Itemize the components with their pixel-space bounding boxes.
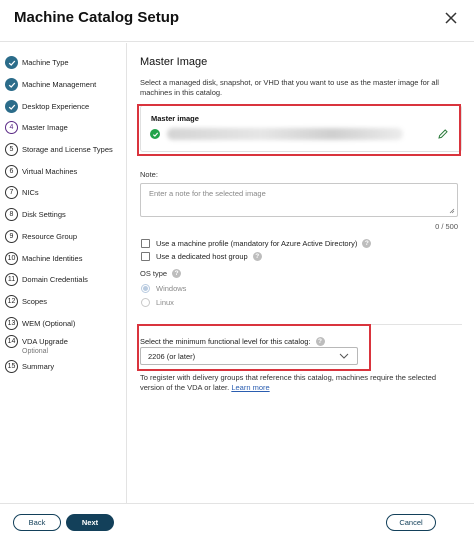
note-label: Note: [140,170,158,179]
step-label: Master Image [22,123,68,132]
os-type-label-row: OS type ? [140,269,182,278]
step-label: Desktop Experience [22,102,90,111]
os-radio-linux[interactable]: Linux [141,298,174,307]
step-master-image[interactable]: 4 Master Image [5,121,68,134]
step-label: Virtual Machines [22,167,78,176]
step-label-text: VDA Upgrade [22,337,68,346]
note-textarea[interactable]: Enter a note for the selected image [140,183,458,217]
check-icon [5,100,18,113]
help-icon[interactable]: ? [252,252,262,261]
step-storage-license[interactable]: 5 Storage and License Types [5,143,113,156]
highlight-box-master-image [137,104,461,156]
help-icon[interactable]: ? [362,239,372,248]
step-label: Machine Type [22,58,69,67]
cancel-button[interactable]: Cancel [386,514,436,531]
step-number: 13 [5,317,18,330]
step-label: WEM (Optional) [22,319,76,328]
note-char-count: 0 / 500 [435,222,458,231]
page-description: Select a managed disk, snapshot, or VHD … [140,78,439,97]
step-number: 6 [5,165,18,178]
os-type-label: OS type [140,269,168,278]
step-number: 8 [5,208,18,221]
step-number: 4 [5,121,18,134]
step-machine-type[interactable]: Machine Type [5,56,69,69]
step-number: 9 [5,230,18,243]
radio-selected[interactable] [141,284,150,293]
step-number: 5 [5,143,18,156]
step-label: Machine Management [22,80,97,89]
os-option-linux: Linux [156,298,174,307]
machine-profile-checkbox[interactable] [141,239,150,248]
os-radio-windows[interactable]: Windows [141,284,186,293]
step-number: 11 [5,273,18,286]
step-nics[interactable]: 7 NICs [5,186,39,199]
check-icon [5,78,18,91]
step-resource-group[interactable]: 9 Resource Group [5,230,78,243]
dialog-footer: Back Next Cancel [0,503,474,536]
step-scopes[interactable]: 12 Scopes [5,295,48,308]
step-label: NICs [22,188,39,197]
dedicated-host-label: Use a dedicated host group [156,252,248,261]
step-virtual-machines[interactable]: 6 Virtual Machines [5,165,78,178]
radio-unselected[interactable] [141,298,150,307]
step-vda-upgrade[interactable]: 14 VDA Upgrade Optional [5,335,68,356]
dialog-title: Machine Catalog Setup [14,9,180,26]
step-number: 10 [5,252,18,265]
step-desktop-experience[interactable]: Desktop Experience [5,100,90,113]
page-title: Master Image [140,56,208,68]
step-label: Summary [22,362,55,371]
dialog-header: Machine Catalog Setup [0,0,474,42]
step-label: Disk Settings [22,210,66,219]
help-icon[interactable]: ? [172,269,182,278]
back-button[interactable]: Back [13,514,61,531]
dedicated-host-checkbox-row[interactable]: Use a dedicated host group ? [141,252,262,261]
next-button[interactable]: Next [66,514,114,531]
step-label: Domain Credentials [22,275,88,284]
step-label: Resource Group [22,232,78,241]
step-machine-identities[interactable]: 10 Machine Identities [5,252,83,265]
step-number: 12 [5,295,18,308]
step-machine-management[interactable]: Machine Management [5,78,97,91]
step-label: VDA Upgrade Optional [22,337,68,356]
machine-profile-label: Use a machine profile (mandatory for Azu… [156,239,358,248]
step-number: 15 [5,360,18,373]
step-number: 14 [5,335,18,348]
step-domain-credentials[interactable]: 11 Domain Credentials [5,273,88,286]
step-sublabel: Optional [22,348,49,355]
highlight-box-functional-level [137,324,371,371]
register-info-text: To register with delivery groups that re… [140,373,462,392]
machine-profile-checkbox-row[interactable]: Use a machine profile (mandatory for Azu… [141,239,372,248]
os-option-windows: Windows [156,284,187,293]
check-icon [5,56,18,69]
step-summary[interactable]: 15 Summary [5,360,55,373]
step-wem[interactable]: 13 WEM (Optional) [5,317,76,330]
step-number: 7 [5,186,18,199]
register-text: To register with delivery groups that re… [140,373,436,392]
note-placeholder: Enter a note for the selected image [149,189,266,198]
step-label: Scopes [22,297,48,306]
step-disk-settings[interactable]: 8 Disk Settings [5,208,66,221]
close-icon[interactable] [442,9,460,27]
step-label: Machine Identities [22,254,83,263]
resize-grip-icon[interactable] [449,208,455,214]
dedicated-host-checkbox[interactable] [141,252,150,261]
step-label: Storage and License Types [22,145,113,154]
learn-more-link[interactable]: Learn more [231,383,269,392]
wizard-steps-sidebar: Machine Type Machine Management Desktop … [0,43,127,503]
